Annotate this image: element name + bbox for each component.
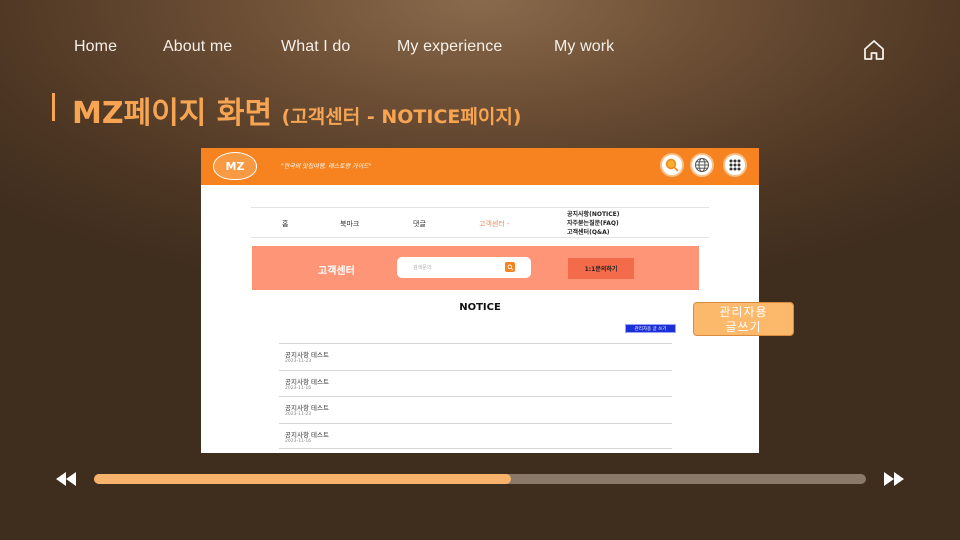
notice-title: 공지사항 테스트 [285, 351, 329, 359]
notice-row[interactable]: 공지사항 테스트 2023-11-23 [279, 343, 672, 370]
notice-title: 공지사항 테스트 [285, 404, 329, 412]
nav-what-i-do[interactable]: What I do [281, 38, 350, 56]
site-header: MZ "한국의 맛집여행, 레스토랑 가이드" [201, 148, 759, 185]
dropdown-item-notice[interactable]: 공지사항(NOTICE) [567, 210, 620, 219]
site-logo[interactable]: MZ [213, 152, 257, 180]
subnav-comments[interactable]: 댓글 [413, 219, 426, 229]
search-placeholder: 검색문의 [413, 265, 432, 271]
subnav-customer-center[interactable]: 고객센터 - [479, 219, 510, 229]
notice-title: 공지사항 테스트 [285, 377, 329, 386]
admin-callout-line1: 관리자용 [719, 305, 768, 319]
subnav-home[interactable]: 홈 [282, 219, 288, 229]
progress-fill [94, 474, 511, 484]
slide-title-main: MZ페이지 화면 [72, 96, 273, 131]
customer-center-dropdown: 공지사항(NOTICE) 자주묻는질문(FAQ) 고객센터(Q&A) [567, 210, 620, 237]
notice-date: 2023-11-23 [285, 359, 312, 364]
search-submit-icon[interactable] [505, 262, 515, 272]
website-screenshot: MZ "한국의 맛집여행, 레스토랑 가이드" 홈 북마크 댓글 고객센터 - … [201, 148, 759, 453]
notice-row[interactable]: 공지사항 테스트 2023-11-23 [279, 396, 672, 423]
notice-date: 2023-11-16 [285, 438, 312, 444]
dropdown-item-faq[interactable]: 자주묻는질문(FAQ) [567, 219, 620, 228]
globe-icon[interactable] [690, 153, 714, 177]
customer-center-band: 고객센터 검색문의 1:1문의하기 [252, 246, 699, 290]
subnav-bookmark[interactable]: 북마크 [340, 219, 359, 229]
nav-my-work[interactable]: My work [554, 38, 614, 56]
slide-title: MZ페이지 화면 (고객센터 - NOTICE페이지) [72, 88, 522, 132]
site-subnav: 홈 북마크 댓글 고객센터 - 공지사항(NOTICE) 자주묻는질문(FAQ)… [251, 207, 709, 238]
dropdown-item-qna[interactable]: 고객센터(Q&A) [567, 228, 620, 237]
customer-center-title: 고객센터 [318, 266, 355, 277]
slide-title-sub: (고객센터 - NOTICE페이지) [281, 106, 522, 128]
inquiry-button[interactable]: 1:1문의하기 [568, 258, 634, 279]
notice-date: 2023-11-23 [285, 412, 312, 417]
admin-callout-line2: 글쓰기 [725, 320, 762, 334]
rewind-icon[interactable] [54, 471, 78, 487]
progress-bar[interactable] [94, 474, 866, 484]
notice-list: 공지사항 테스트 2023-11-23 공지사항 테스트 2023-11-16 … [279, 343, 672, 449]
nav-home[interactable]: Home [74, 38, 117, 56]
top-nav: Home About me What I do My experience My… [0, 38, 960, 62]
title-accent-bar [52, 93, 55, 121]
admin-write-button[interactable]: 관리자용 글 쓰기 [625, 324, 676, 333]
site-tagline: "한국의 맛집여행, 레스토랑 가이드" [281, 163, 372, 170]
nav-about-me[interactable]: About me [163, 38, 232, 56]
grid-menu-icon[interactable] [723, 153, 747, 177]
notice-row[interactable]: 공지사항 테스트 2023-11-16 [279, 369, 672, 397]
admin-write-callout: 관리자용 글쓰기 [693, 302, 794, 336]
home-icon[interactable] [862, 38, 886, 62]
notice-date: 2023-11-16 [285, 385, 312, 391]
notice-heading: NOTICE [459, 302, 501, 313]
search-input[interactable]: 검색문의 [397, 257, 531, 278]
nav-my-experience[interactable]: My experience [397, 38, 502, 56]
notice-row[interactable]: 공지사항 테스트 2023-11-16 [279, 422, 672, 449]
search-icon[interactable] [660, 153, 684, 177]
fast-forward-icon[interactable] [882, 471, 906, 487]
notice-title: 공지사항 테스트 [285, 430, 329, 439]
